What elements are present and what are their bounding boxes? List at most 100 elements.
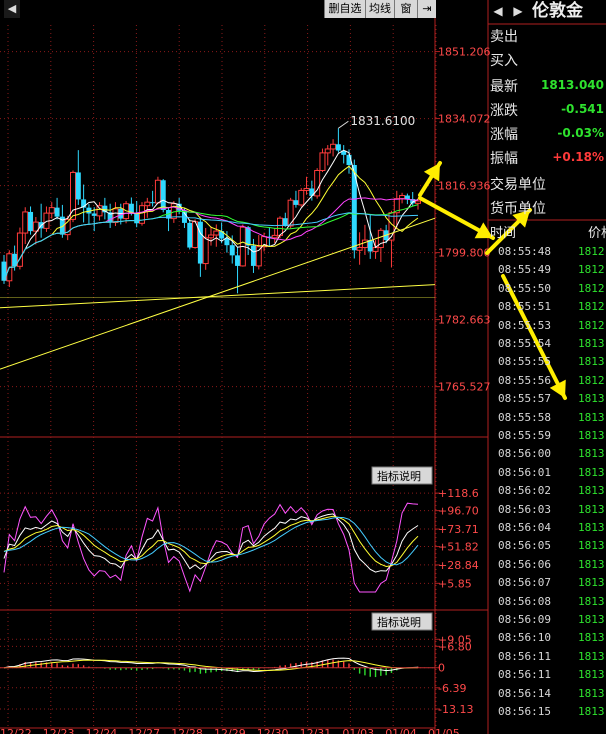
back-icon[interactable]: ◀	[4, 0, 20, 18]
quote-value: +0.18%	[552, 150, 604, 164]
time-tick-label: 12/29	[214, 727, 246, 734]
tick-price: 1813.	[578, 705, 606, 718]
tick-time: 08:56:09	[498, 613, 551, 626]
candle-body	[1, 261, 7, 281]
candle-body	[245, 227, 251, 246]
quote-label: 货币单位	[490, 201, 546, 217]
quote-label: 最新	[490, 79, 518, 95]
tick-time: 08:55:49	[498, 263, 551, 277]
max-pointer	[338, 120, 349, 129]
candle-body	[351, 165, 357, 251]
candle-body	[187, 222, 193, 248]
time-tick-label: 01/03	[342, 727, 374, 734]
candle-body	[224, 238, 230, 246]
tick-time: 08:56:11	[498, 668, 551, 682]
quote-value: -0.03%	[557, 126, 604, 140]
tick-time: 08:55:51	[498, 300, 551, 314]
exit-icon[interactable]: ⇥	[417, 0, 436, 18]
tick-price: 1813.	[578, 502, 606, 516]
quote-label: 买入	[490, 53, 518, 69]
kdj-tick-label: +51.82	[438, 541, 479, 554]
candle-body	[208, 234, 214, 239]
tick-time: 08:55:55	[498, 355, 551, 369]
tick-header-time: 时间	[490, 226, 517, 241]
time-tick-label: 12/27	[128, 727, 160, 734]
trend-line	[0, 217, 436, 370]
tick-price: 1813.	[578, 539, 606, 553]
macd-tick-label: 0	[438, 662, 445, 675]
delete-watch-button[interactable]: 删自选	[324, 0, 365, 18]
time-tick-label: 12/24	[86, 727, 118, 734]
tick-time: 08:56:11	[498, 649, 551, 663]
tick-time: 08:55:48	[498, 245, 551, 258]
candle-body	[213, 230, 220, 236]
candle-body	[250, 245, 256, 266]
candle-body	[197, 221, 203, 264]
candle-body	[48, 207, 55, 214]
tick-time: 08:55:57	[498, 392, 551, 406]
prev-icon[interactable]: ◀	[488, 0, 508, 24]
macd-tick-label: -6.39	[438, 682, 466, 695]
tick-time: 08:56:02	[498, 484, 551, 498]
kdj-line	[3, 513, 419, 573]
macd-dif-line	[3, 657, 419, 673]
next-icon[interactable]: ▶	[508, 0, 528, 24]
indicator-button-label: 指标说明	[377, 615, 421, 629]
price-tick-label: 1782.663	[438, 314, 491, 327]
ma-button[interactable]: 均线	[365, 0, 394, 18]
candle-body	[399, 195, 406, 200]
kdj-tick-label: +28.84	[438, 559, 479, 572]
tick-price: 1812.	[578, 263, 606, 277]
tick-price: 1812.	[578, 281, 606, 295]
tick-price: 1812.	[578, 373, 606, 387]
tick-price: 1813.	[578, 521, 606, 534]
candle-body	[277, 217, 283, 236]
candle-body	[330, 143, 337, 150]
tick-time: 08:55:59	[498, 429, 551, 442]
candle-body	[96, 205, 103, 217]
tick-price: 1813.	[578, 392, 606, 406]
tick-price: 1813.	[578, 594, 606, 608]
window-button[interactable]: 窗	[394, 0, 417, 18]
indicator-button-label: 指标说明	[377, 469, 421, 483]
candle-body	[202, 237, 209, 265]
time-tick-label: 12/23	[43, 727, 75, 734]
tick-price: 1812.	[578, 318, 606, 332]
candle-body	[287, 199, 294, 227]
kdj-tick-label: +5.85	[438, 577, 472, 590]
tick-time: 08:56:04	[498, 521, 551, 534]
tick-time: 08:56:03	[498, 502, 551, 516]
candle-body	[298, 189, 305, 206]
tick-time: 08:56:08	[498, 594, 551, 608]
quote-label: 卖出	[490, 29, 518, 45]
candle-body	[160, 180, 166, 210]
kdj-line	[3, 516, 419, 566]
kdj-tick-label: +73.71	[438, 523, 479, 536]
candle-body	[75, 172, 81, 200]
tick-header-price: 价格	[588, 226, 606, 241]
tick-time: 08:56:06	[498, 557, 551, 571]
quote-label: 振幅	[490, 151, 518, 167]
quote-label: 交易单位	[490, 177, 546, 193]
tick-price: 1812.	[578, 300, 606, 314]
tick-time: 08:56:00	[498, 447, 551, 461]
candle-body	[303, 187, 310, 191]
candle-body	[235, 255, 241, 266]
tick-price: 1813.	[578, 484, 606, 498]
tick-price: 1813.	[578, 557, 606, 571]
candle-body	[144, 201, 151, 207]
time-tick-label: 12/28	[171, 727, 203, 734]
candle-body	[324, 148, 331, 154]
tick-price: 1813.	[578, 576, 606, 590]
tick-price: 1813.	[578, 631, 606, 645]
tick-price: 1813.	[578, 429, 606, 442]
candle-body	[229, 245, 235, 256]
candle-body	[28, 211, 34, 232]
tick-price: 1813.	[578, 668, 606, 682]
price-tick-label: 1765.527	[438, 381, 491, 394]
kdj-tick-label: +118.6	[438, 487, 479, 500]
tick-price: 1812.	[578, 245, 606, 258]
candle-body	[309, 188, 315, 196]
candle-body	[271, 234, 278, 239]
tick-time: 08:55:54	[498, 337, 551, 350]
